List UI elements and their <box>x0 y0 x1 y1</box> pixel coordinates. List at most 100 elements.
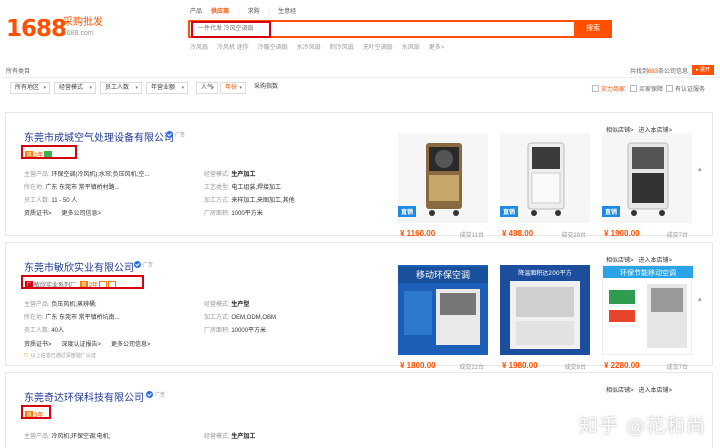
search-button[interactable]: 搜索 <box>574 20 612 38</box>
product-price: ¥ 1900.00 <box>604 229 640 238</box>
tab-product[interactable]: 产品 <box>190 7 211 17</box>
product-sold: 成交8台 <box>564 365 586 371</box>
factory-area: 厂房面积: 1000平方米 <box>204 211 263 217</box>
factory-area: 厂房面积: 10000平方米 <box>204 328 267 334</box>
direct-sale-tag: 直销 <box>398 206 417 217</box>
tab-supplier[interactable]: 供应商 <box>211 7 238 17</box>
enter-shop-link[interactable]: 进入本店铺> <box>639 388 673 394</box>
hot-keywords: 冷风扇 冷风机 迷你 冷暖空调扇 水冷风扇 制冷风扇 无叶空调扇 水风扇 更多> <box>190 42 444 51</box>
category-bar: 所有类目 共找到693条公司信息 ▸ 展开 <box>0 62 720 78</box>
watermark: 知乎 @花和尚 <box>578 415 706 437</box>
product-image[interactable]: 环保节能移动空调 <box>602 265 693 355</box>
ad-tag: 广告 <box>146 391 165 398</box>
product-image[interactable]: 直销 <box>602 133 692 223</box>
staff-size: 员工人数: 11 - 50 人 <box>24 198 78 204</box>
hot-keyword[interactable]: 冷风机 迷你 <box>217 42 249 51</box>
checkbox[interactable] <box>630 85 637 92</box>
chevron-up-icon[interactable]: ▴ <box>698 295 706 303</box>
main-products: 主营产品: 环保空调(冷风机);水帘;负压风机;空... <box>24 172 150 178</box>
purchase-index-filter[interactable]: 采购指数 <box>250 82 298 94</box>
air-cooler-image: 环保节能移动空调 <box>603 266 693 348</box>
sort-popularity[interactable]: 人气 ▾ <box>196 82 218 94</box>
product-price: ¥ 1160.00 <box>400 229 436 238</box>
strong-merchant-check[interactable]: 实力商家 <box>592 84 625 93</box>
business-mode: 经营模式: 生产型 <box>204 302 250 308</box>
similar-shop-link[interactable]: 相似店铺> <box>606 258 634 264</box>
hot-keyword[interactable]: 水冷风扇 <box>297 42 321 51</box>
company-links: 资质证书> 更多公司信息> <box>24 208 101 217</box>
tab-divider: | <box>268 9 271 15</box>
company-links: 资质证书> 深度认证报告> 更多公司信息> <box>24 339 151 348</box>
company-name-link[interactable]: 东莞市敏欣实业有限公司 <box>24 259 134 274</box>
product-price: ¥ 1980.00 <box>502 361 538 370</box>
chevron-up-icon[interactable]: ▴ <box>698 165 706 173</box>
hot-keyword[interactable]: 冷风扇 <box>190 42 208 51</box>
badge-highlight-box <box>21 405 51 419</box>
site-logo[interactable]: 1688 <box>6 16 67 42</box>
filter-bar: 所有地区 ▾ 经营模式 ▾ 员工人数 ▾ 年营业额 ▾ 人气 ▾ 年份 ▾ 采购指数 实力商… <box>10 82 710 96</box>
region-select[interactable]: 所有地区 ▾ <box>10 82 50 94</box>
qualification-link[interactable]: 资质证书> <box>24 208 52 217</box>
product-image[interactable]: 降温面积达200平方 <box>500 265 590 355</box>
badge-highlight-box <box>21 145 77 159</box>
verified-icon <box>166 131 173 138</box>
logo-url: 1688.com <box>63 30 94 37</box>
direct-sale-tag: 直销 <box>602 206 621 217</box>
product-sold: 成交29台 <box>561 233 586 239</box>
location: 所在地: 广东 东莞市 常平镇桥坑南... <box>24 315 120 321</box>
ad-tag: 广告 <box>134 261 153 268</box>
search-highlight-box <box>191 21 271 38</box>
checkbox[interactable] <box>592 85 599 92</box>
similar-shop-link[interactable]: 相似店铺> <box>606 388 634 394</box>
product-item[interactable]: 环保节能移动空调 ¥ 2280.00 成交7台 <box>602 265 693 371</box>
checkbox[interactable] <box>666 85 673 92</box>
product-sold: 成交22台 <box>459 365 484 371</box>
hot-keyword[interactable]: 水风扇 <box>402 42 420 51</box>
all-categories-link[interactable]: 所有类目 <box>6 66 30 75</box>
business-mode-select[interactable]: 经营模式 ▾ <box>54 82 96 94</box>
product-item[interactable]: 直销 ¥ 1900.00 成交7台 <box>602 133 692 239</box>
hot-keyword[interactable]: 冷暖空调扇 <box>258 42 288 51</box>
company-card: 东莞市成城空气处理设备有限公司 广告 诚 2年 主营产品: 环保空调(冷风机);水… <box>5 112 713 239</box>
certification-note: ⛉ 以上信息已通过深度验厂认证 <box>24 352 96 360</box>
qualification-link[interactable]: 资质证书> <box>24 339 52 348</box>
hot-keyword[interactable]: 无叶空调扇 <box>363 42 393 51</box>
shop-links: 相似店铺> 进入本店铺> <box>606 255 672 264</box>
product-image[interactable]: 移动环保空调 <box>398 265 488 355</box>
more-keywords-link[interactable]: 更多> <box>429 42 445 51</box>
result-count-number: 693 <box>647 69 658 75</box>
main-products: 主营产品: 负压风机;蒸辨桶; <box>24 302 97 308</box>
process-mode: 加工方式: 来样加工,来图加工,其他 <box>204 198 295 204</box>
product-sold: 成交11台 <box>459 233 484 239</box>
certified-service-check[interactable]: 有认证服务 <box>666 84 705 93</box>
process-mode: 加工方式: OEM,ODM,OBM <box>204 315 277 321</box>
deep-report-link[interactable]: 深度认证报告> <box>62 339 102 348</box>
company-name-link[interactable]: 东莞市成城空气处理设备有限公司 <box>24 129 174 144</box>
annual-revenue-select[interactable]: 年营业额 ▾ <box>146 82 188 94</box>
product-sold: 成交7台 <box>666 365 688 371</box>
company-name-link[interactable]: 东莞奇达环保科技有限公司 <box>24 389 144 404</box>
craft-type: 工艺类型: 电工组装,焊接加工 <box>204 185 282 191</box>
buyer-protection-check[interactable]: 买家保障 <box>630 84 663 93</box>
product-image[interactable]: 直销 <box>500 133 590 223</box>
result-count: 共找到693条公司信息 <box>629 69 688 75</box>
sort-years[interactable]: 年份 ▾ <box>220 82 246 94</box>
expand-button[interactable]: ▸ 展开 <box>692 65 714 75</box>
product-item[interactable]: 移动环保空调 ¥ 1800.00 成交22台 <box>398 265 488 371</box>
search-tabs: 产品 供应商 | 求购 | 生意经 <box>190 7 305 17</box>
tab-business[interactable]: 生意经 <box>278 7 305 17</box>
product-price: ¥ 498.00 <box>502 229 534 238</box>
hot-keyword[interactable]: 制冷风扇 <box>330 42 354 51</box>
product-item[interactable]: 直销 ¥ 1160.00 成交11台 <box>398 133 488 239</box>
enter-shop-link[interactable]: 进入本店铺> <box>639 258 673 264</box>
more-company-info-link[interactable]: 更多公司信息> <box>62 208 102 217</box>
product-price: ¥ 1800.00 <box>400 361 436 370</box>
product-image[interactable]: 直销 <box>398 133 488 223</box>
location: 所在地: 广东 东莞市 常平镇桥村路... <box>24 185 120 191</box>
product-item[interactable]: 直销 ¥ 498.00 成交29台 <box>500 133 590 239</box>
more-company-info-link[interactable]: 更多公司信息> <box>111 339 151 348</box>
staff-count-select[interactable]: 员工人数 ▾ <box>100 82 142 94</box>
tab-buy-request[interactable]: 求购 <box>248 7 269 17</box>
product-item[interactable]: 降温面积达200平方 ¥ 1980.00 成交8台 <box>500 265 590 371</box>
verified-icon <box>134 261 141 268</box>
